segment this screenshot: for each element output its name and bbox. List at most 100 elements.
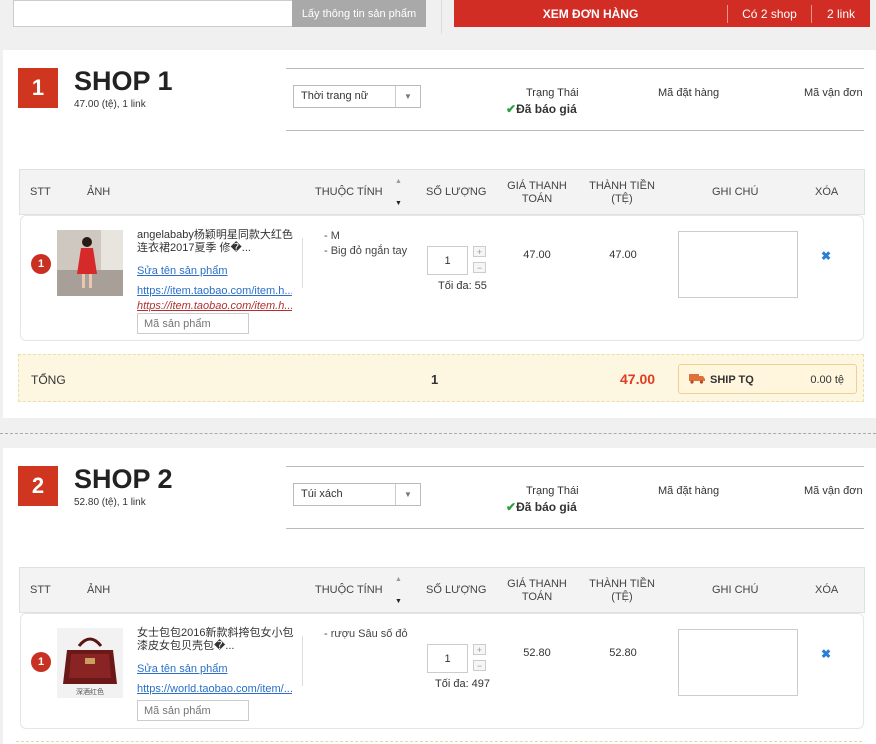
- sort-up-icon[interactable]: ▲: [395, 175, 402, 188]
- top-toolbar: Lấy thông tin sản phẩm XEM ĐƠN HÀNG Có 2…: [0, 0, 876, 34]
- tracking-code-label: Mã vận đơn: [804, 485, 863, 497]
- line-total: 47.00: [609, 249, 637, 261]
- status-value: ✔Đã báo giá: [506, 102, 577, 116]
- shop-number-badge: 1: [18, 68, 58, 108]
- sort-down-icon[interactable]: ▼: [395, 595, 402, 608]
- category-select[interactable]: Thời trang nữ ▼: [293, 85, 421, 108]
- shop-panel: 1 SHOP 1 47.00 (tệ), 1 link Thời trang n…: [3, 50, 876, 418]
- total-quantity: 1: [431, 372, 439, 387]
- attribute-size: - M: [324, 230, 340, 242]
- header-divider: [286, 130, 864, 131]
- product-link[interactable]: https://item.taobao.com/item.h...: [137, 285, 292, 297]
- chevron-down-icon: ▼: [395, 86, 420, 107]
- quantity-increase-button[interactable]: +: [473, 246, 486, 257]
- toolbar-divider: [441, 0, 442, 34]
- quantity-increase-button[interactable]: +: [473, 644, 486, 655]
- table-row: 1 angelababy杨颖明星同款大红色连衣裙2017夏季 修�... Sửa…: [20, 215, 864, 341]
- col-quantity: SỐ LƯỢNG: [426, 186, 487, 198]
- table-row: 1 深酒红色 女士包包2016新款斜挎包女小包漆皮女包贝壳包�... Sửa t…: [20, 613, 864, 729]
- col-price: GIÁ THANH TOÁN: [507, 180, 567, 205]
- product-link[interactable]: https://world.taobao.com/item/...: [137, 683, 292, 695]
- quantity-decrease-button[interactable]: −: [473, 262, 486, 273]
- header-divider: [286, 68, 864, 69]
- shop-summary: 52.80 (tệ), 1 link: [74, 497, 146, 508]
- col-stt: STT: [30, 584, 51, 596]
- attribute-color: - rượu Sâu số đỏ: [324, 628, 408, 640]
- quantity-decrease-button[interactable]: −: [473, 660, 486, 671]
- sort-up-icon[interactable]: ▲: [395, 573, 402, 586]
- chevron-down-icon: ▼: [395, 484, 420, 505]
- product-image[interactable]: [57, 230, 123, 296]
- shop-number-badge: 2: [18, 466, 58, 506]
- delete-icon[interactable]: ✖: [821, 249, 831, 263]
- col-stt: STT: [30, 186, 51, 198]
- product-attributes: - rượu Sâu số đỏ: [324, 627, 408, 642]
- header-divider: [286, 528, 864, 529]
- row-index-badge: 1: [31, 254, 51, 274]
- category-select-value: Túi xách: [301, 488, 343, 500]
- order-code-label: Mã đặt hàng: [658, 87, 720, 99]
- view-orders-button[interactable]: XEM ĐƠN HÀNG: [454, 7, 727, 21]
- col-total: THÀNH TIỀN (TỆ): [589, 180, 655, 205]
- col-attributes[interactable]: THUỘC TÍNH: [315, 186, 383, 199]
- col-quantity: SỐ LƯỢNG: [426, 584, 487, 596]
- truck-icon: [689, 374, 705, 384]
- product-name: 女士包包2016新款斜挎包女小包漆皮女包贝壳包�...: [137, 627, 294, 652]
- header-divider: [286, 466, 864, 467]
- total-amount: 47.00: [620, 371, 656, 387]
- status-text: Đã báo giá: [516, 102, 577, 116]
- col-attributes[interactable]: THUỘC TÍNH: [315, 584, 383, 597]
- shop-count-label: Có 2 shop: [727, 4, 811, 23]
- column-divider: [302, 636, 303, 686]
- ship-tq-box[interactable]: SHIP TQ 0.00 tệ: [678, 364, 857, 394]
- category-select[interactable]: Túi xách ▼: [293, 483, 421, 506]
- sort-down-icon[interactable]: ▼: [395, 197, 402, 210]
- product-code-input[interactable]: [137, 313, 249, 334]
- col-image: ẢNH: [87, 584, 111, 596]
- table-header: STT ẢNH THUỘC TÍNH ▲ ▼ SỐ LƯỢNG GIÁ THAN…: [19, 567, 865, 613]
- shop-panel: 2 SHOP 2 52.80 (tệ), 1 link Túi xách ▼ T…: [3, 448, 876, 744]
- status-value: ✔Đã báo giá: [506, 500, 577, 514]
- col-image: ẢNH: [87, 186, 111, 198]
- max-quantity: Tối đa: 497: [435, 678, 491, 690]
- tracking-code-label: Mã vận đơn: [804, 87, 863, 99]
- image-caption: 深酒红色: [76, 689, 104, 696]
- unit-price: 47.00: [523, 249, 551, 261]
- line-total: 52.80: [609, 647, 637, 659]
- note-textarea[interactable]: [678, 231, 798, 298]
- status-label: Trạng Thái: [526, 87, 579, 99]
- link-count-label: 2 link: [811, 4, 870, 23]
- max-quantity: Tối đa: 55: [438, 280, 487, 292]
- check-icon: ✔: [506, 500, 517, 514]
- check-icon: ✔: [506, 102, 517, 116]
- sort-arrows[interactable]: ▲ ▼: [392, 170, 408, 214]
- status-text: Đã báo giá: [516, 500, 577, 514]
- sort-arrows[interactable]: ▲ ▼: [392, 568, 408, 612]
- attribute-color: - Big đỏ ngắn tay: [324, 245, 408, 257]
- edit-product-name-link[interactable]: Sửa tên sản phẩm: [137, 663, 228, 675]
- quantity-input[interactable]: 1: [427, 246, 468, 275]
- col-note: GHI CHÚ: [712, 584, 759, 596]
- fetch-product-button[interactable]: Lấy thông tin sản phẩm: [292, 0, 426, 27]
- product-name: angelababy杨颖明星同款大红色连衣裙2017夏季 修�...: [137, 229, 293, 254]
- shop-name: SHOP 2: [74, 464, 173, 494]
- note-textarea[interactable]: [678, 629, 798, 696]
- edit-product-name-link[interactable]: Sửa tên sản phẩm: [137, 265, 228, 277]
- unit-price: 52.80: [523, 647, 551, 659]
- product-image[interactable]: 深酒红色: [57, 628, 123, 698]
- product-attributes: - M - Big đỏ ngắn tay: [324, 229, 407, 259]
- product-code-input[interactable]: [137, 700, 249, 721]
- shop-summary: 47.00 (tệ), 1 link: [74, 99, 146, 110]
- ship-label: SHIP TQ: [710, 374, 754, 386]
- shop-name: SHOP 1: [74, 66, 173, 96]
- order-summary-bar: XEM ĐƠN HÀNG Có 2 shop 2 link: [454, 0, 870, 27]
- product-link-alt[interactable]: https://item.taobao.com/item.h...: [137, 300, 292, 312]
- shop-divider: [0, 433, 876, 434]
- delete-icon[interactable]: ✖: [821, 647, 831, 661]
- category-select-value: Thời trang nữ: [301, 90, 369, 102]
- status-label: Trạng Thái: [526, 485, 579, 497]
- table-header: STT ẢNH THUỘC TÍNH ▲ ▼ SỐ LƯỢNG GIÁ THAN…: [19, 169, 865, 215]
- product-url-input[interactable]: [13, 0, 293, 27]
- col-price: GIÁ THANH TOÁN: [507, 578, 567, 603]
- quantity-input[interactable]: 1: [427, 644, 468, 673]
